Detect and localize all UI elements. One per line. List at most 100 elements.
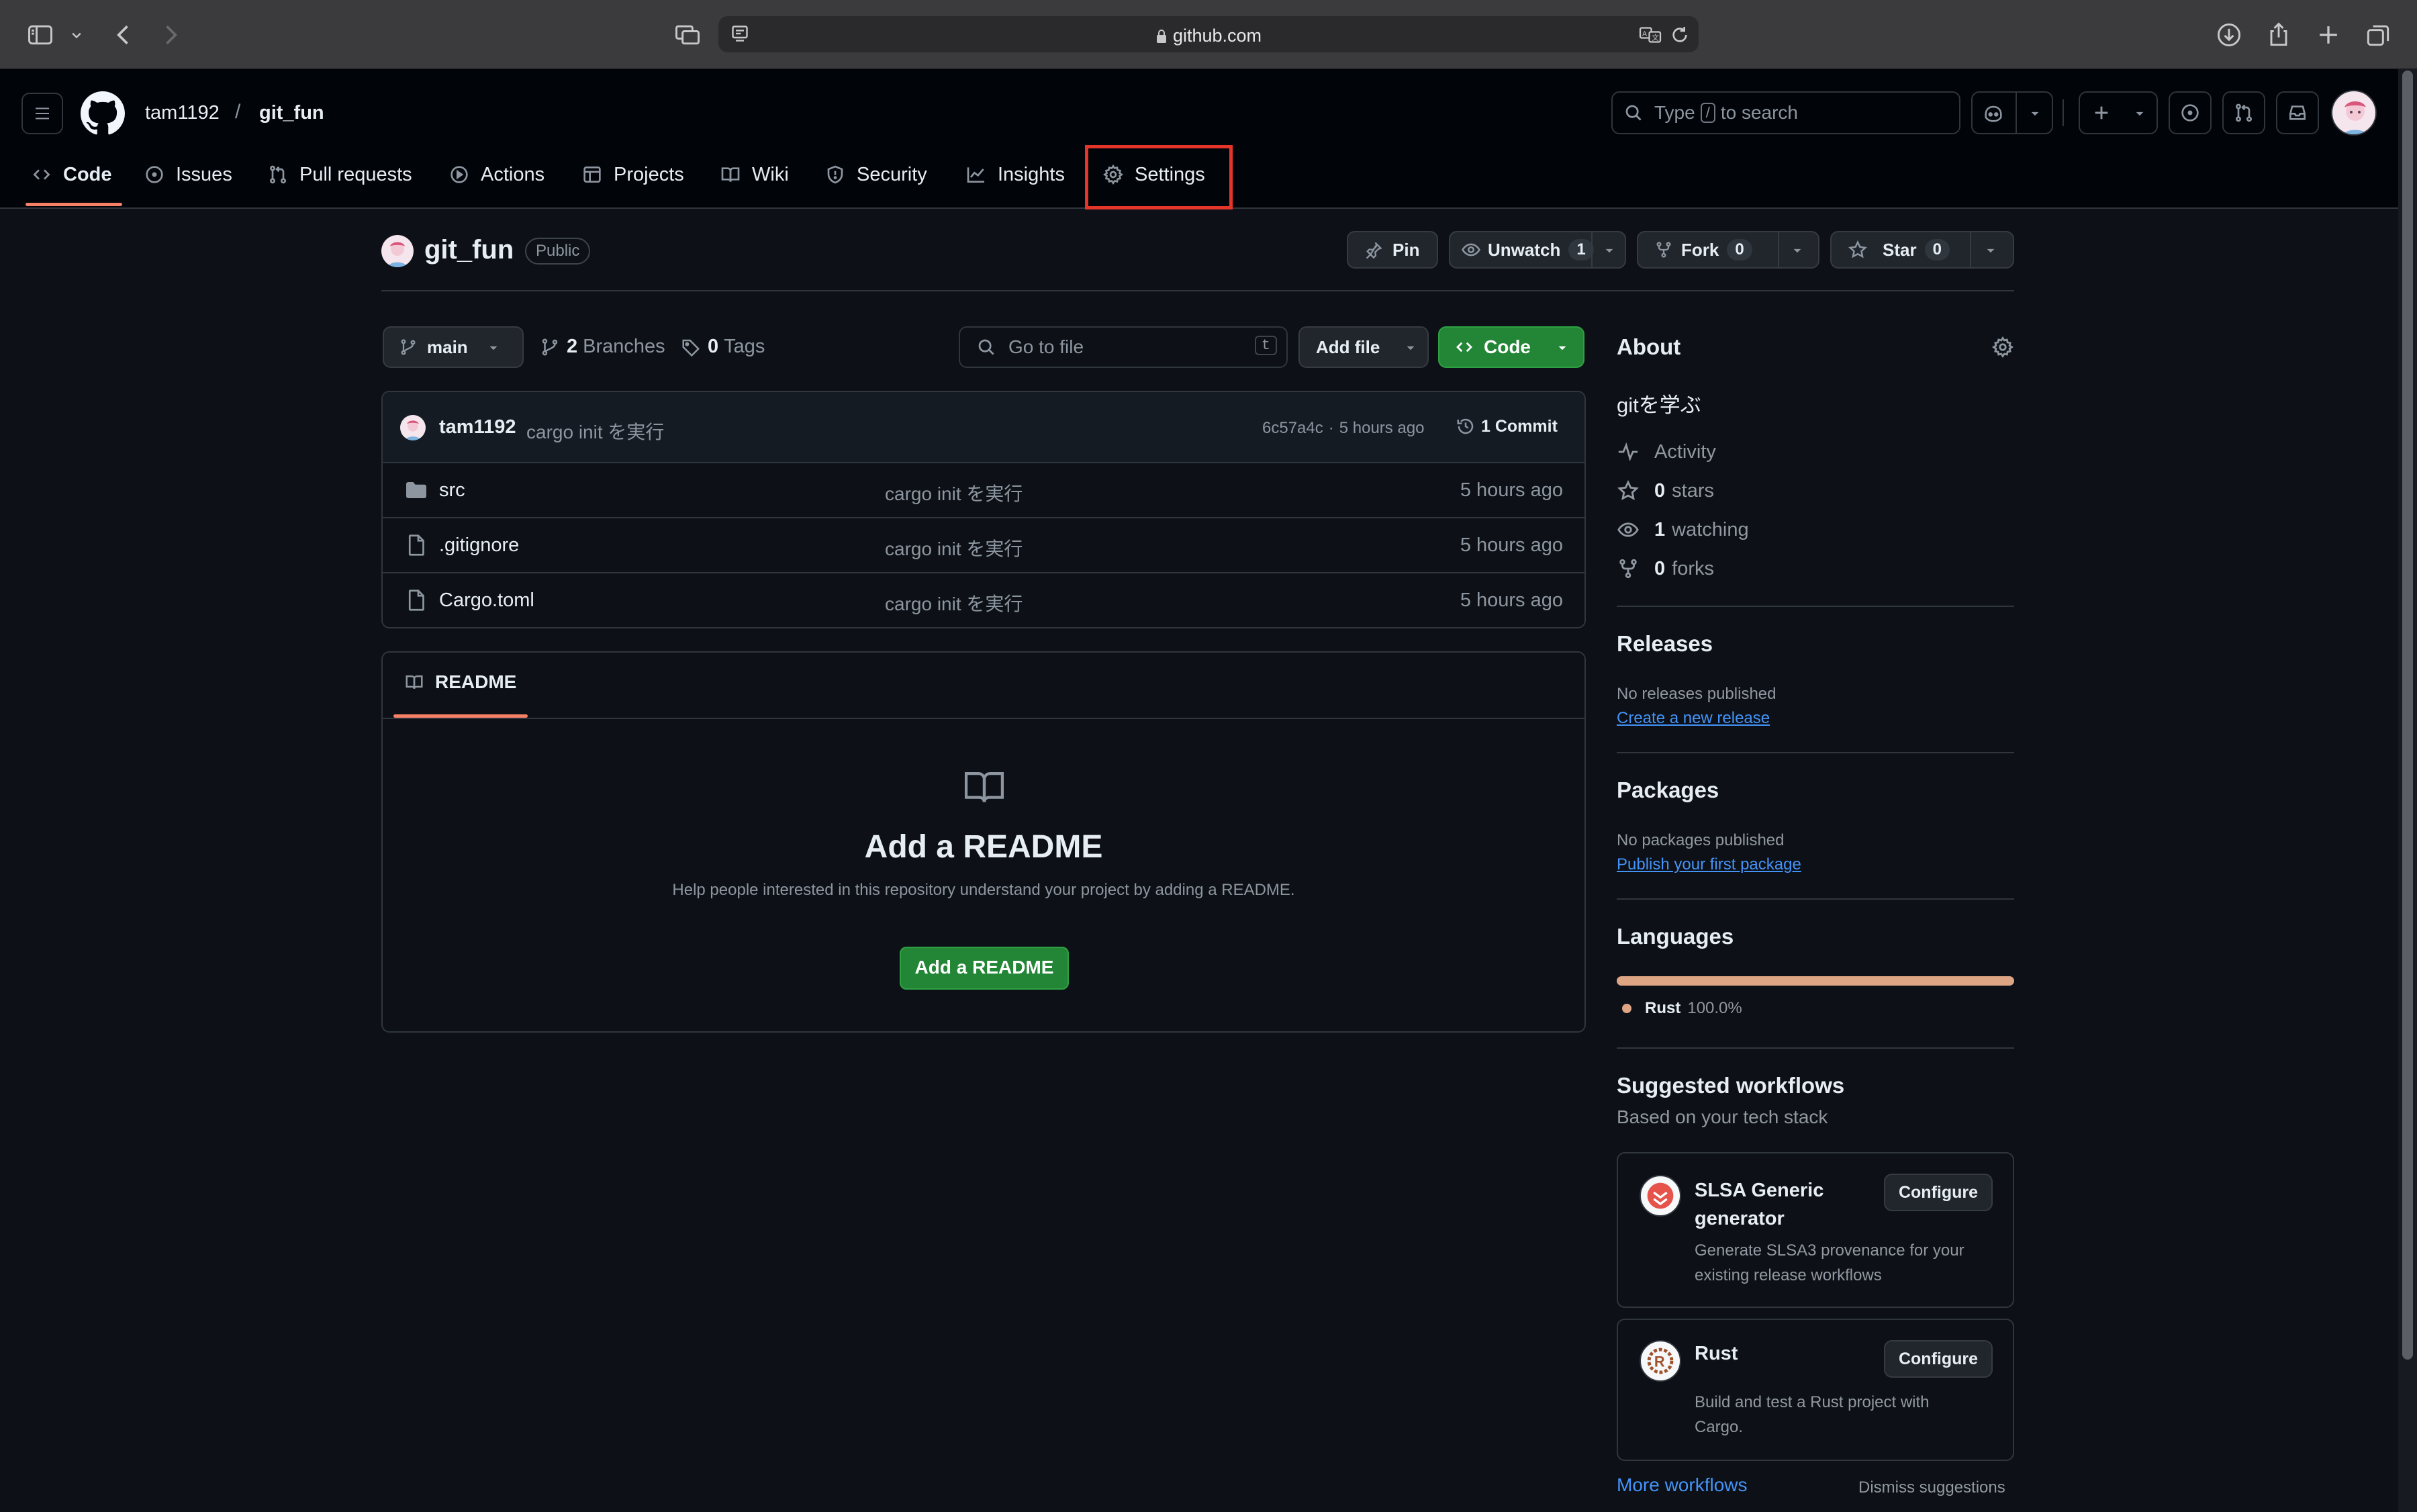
tab-pull-requests[interactable]: Pull requests bbox=[267, 156, 412, 193]
dismiss-suggestions-link[interactable]: Dismiss suggestions bbox=[1858, 1478, 2005, 1497]
hamburger-menu-button[interactable] bbox=[21, 93, 63, 134]
repo-title[interactable]: git_fun bbox=[424, 235, 514, 265]
github-logo-icon[interactable] bbox=[81, 91, 125, 136]
tab-overview-icon[interactable] bbox=[673, 20, 702, 50]
tab-projects[interactable]: Projects bbox=[581, 156, 684, 193]
tab-issues[interactable]: Issues bbox=[144, 156, 232, 193]
file-row[interactable]: src cargo init を実行 5 hours ago bbox=[383, 462, 1584, 517]
tab-insights-label: Insights bbox=[998, 163, 1065, 185]
star-button[interactable]: Star 0 bbox=[1830, 231, 2014, 269]
tab-code[interactable]: Code bbox=[31, 156, 112, 193]
forks-count: 0 bbox=[1654, 557, 1666, 579]
inbox-icon bbox=[2287, 102, 2308, 124]
watch-count: 1 bbox=[1568, 239, 1594, 261]
scrollbar-track[interactable] bbox=[2398, 69, 2417, 1512]
publish-package-link[interactable]: Publish your first package bbox=[1617, 855, 1801, 874]
file-commit-time: 5 hours ago bbox=[1460, 479, 1563, 501]
chevron-down-icon bbox=[2131, 105, 2148, 122]
activity-link[interactable]: Activity bbox=[1617, 440, 1716, 463]
lock-icon bbox=[1155, 29, 1168, 44]
sidebar-divider bbox=[1617, 606, 2014, 607]
commit-message[interactable]: cargo init を実行 bbox=[526, 418, 664, 444]
language-name: Rust bbox=[1645, 999, 1681, 1017]
chevron-down-icon[interactable] bbox=[67, 20, 86, 50]
owner-link[interactable]: tam1192 bbox=[145, 102, 220, 124]
file-commit-message[interactable]: cargo init を実行 bbox=[885, 534, 1023, 561]
copilot-button[interactable] bbox=[1971, 91, 2053, 134]
issues-button[interactable] bbox=[2169, 91, 2212, 134]
file-commit-time: 5 hours ago bbox=[1460, 589, 1563, 611]
configure-button[interactable]: Configure bbox=[1884, 1340, 1993, 1378]
tags-link[interactable]: 0 Tags bbox=[681, 336, 765, 358]
commit-hash[interactable]: 6c57a4c bbox=[1262, 419, 1323, 438]
tag-icon bbox=[681, 337, 701, 357]
tab-wiki-label: Wiki bbox=[752, 163, 789, 185]
commit-author[interactable]: tam1192 bbox=[439, 416, 516, 438]
branches-link[interactable]: 2 Branches bbox=[540, 336, 665, 358]
watching-label: watching bbox=[1672, 518, 1749, 540]
more-workflows-link[interactable]: More workflows bbox=[1617, 1474, 1747, 1496]
file-name[interactable]: src bbox=[439, 479, 465, 502]
unwatch-button[interactable]: Unwatch 1 bbox=[1449, 231, 1626, 269]
file-name[interactable]: Cargo.toml bbox=[439, 589, 534, 612]
inbox-button[interactable] bbox=[2276, 91, 2319, 134]
stars-link[interactable]: 0 stars bbox=[1617, 479, 1714, 502]
back-icon[interactable] bbox=[109, 20, 138, 50]
workflow-title[interactable]: Rust bbox=[1695, 1343, 1738, 1365]
eye-icon bbox=[1617, 518, 1654, 541]
create-release-link[interactable]: Create a new release bbox=[1617, 709, 1770, 728]
copilot-icon bbox=[1982, 102, 2005, 125]
chevron-down-icon bbox=[1402, 339, 1419, 357]
file-commit-message[interactable]: cargo init を実行 bbox=[885, 589, 1023, 616]
translate-icon[interactable]: A文 bbox=[1638, 23, 1662, 47]
reload-icon[interactable] bbox=[1669, 24, 1691, 46]
tabs-overview-icon[interactable] bbox=[2363, 20, 2393, 50]
share-icon[interactable] bbox=[2264, 20, 2293, 50]
releases-empty-text: No releases published bbox=[1617, 685, 1776, 703]
file-row[interactable]: .gitignore cargo init を実行 5 hours ago bbox=[383, 517, 1584, 572]
commits-link[interactable]: 1 Commit bbox=[1456, 416, 1558, 436]
create-new-button[interactable] bbox=[2079, 91, 2158, 134]
tab-security[interactable]: Security bbox=[824, 156, 927, 193]
git-branch-icon bbox=[399, 338, 418, 357]
forks-link[interactable]: 0 forks bbox=[1617, 557, 1714, 580]
tab-actions[interactable]: Actions bbox=[448, 156, 544, 193]
tab-insights[interactable]: Insights bbox=[965, 156, 1065, 193]
fork-button[interactable]: Fork 0 bbox=[1637, 231, 1819, 269]
pin-button[interactable]: Pin bbox=[1347, 231, 1438, 269]
forward-icon[interactable] bbox=[156, 20, 185, 50]
workflow-title[interactable]: SLSA Generic generator bbox=[1695, 1176, 1823, 1233]
gear-icon[interactable] bbox=[1991, 336, 2014, 359]
scrollbar-thumb[interactable] bbox=[2402, 70, 2413, 1360]
pull-requests-button[interactable] bbox=[2222, 91, 2265, 134]
readme-tab[interactable]: README bbox=[404, 671, 516, 693]
workflow-description: Generate SLSA3 provenance for your exist… bbox=[1695, 1238, 1964, 1288]
language-item[interactable]: Rust 100.0% bbox=[1622, 999, 1742, 1018]
releases-heading[interactable]: Releases bbox=[1617, 631, 1713, 657]
sidebar-toggle-icon[interactable] bbox=[26, 20, 55, 50]
add-readme-button[interactable]: Add a README bbox=[900, 947, 1069, 990]
stars-label: stars bbox=[1672, 479, 1714, 502]
tab-actions-label: Actions bbox=[481, 163, 545, 185]
watching-link[interactable]: 1 watching bbox=[1617, 518, 1749, 541]
add-file-button[interactable]: Add file bbox=[1298, 326, 1429, 368]
download-icon[interactable] bbox=[2214, 20, 2244, 50]
play-icon bbox=[448, 164, 481, 185]
address-bar[interactable]: github.com A文 bbox=[718, 16, 1699, 52]
file-commit-message[interactable]: cargo init を実行 bbox=[885, 479, 1023, 506]
configure-button[interactable]: Configure bbox=[1884, 1174, 1993, 1211]
code-icon bbox=[1454, 337, 1474, 357]
new-tab-icon[interactable] bbox=[2314, 20, 2343, 50]
search-input[interactable]: Type / to search bbox=[1611, 91, 1960, 134]
code-dropdown-button[interactable]: Code bbox=[1438, 326, 1584, 368]
branch-selector[interactable]: main bbox=[383, 326, 524, 368]
packages-heading[interactable]: Packages bbox=[1617, 777, 1719, 803]
file-name[interactable]: .gitignore bbox=[439, 534, 519, 557]
graph-icon bbox=[965, 164, 998, 185]
go-to-file-input[interactable]: Go to file t bbox=[959, 326, 1288, 368]
repo-link[interactable]: git_fun bbox=[259, 102, 324, 124]
branch-name: main bbox=[427, 336, 468, 357]
avatar[interactable] bbox=[2331, 90, 2377, 136]
tab-wiki[interactable]: Wiki bbox=[720, 156, 789, 193]
file-row[interactable]: Cargo.toml cargo init を実行 5 hours ago bbox=[383, 572, 1584, 627]
